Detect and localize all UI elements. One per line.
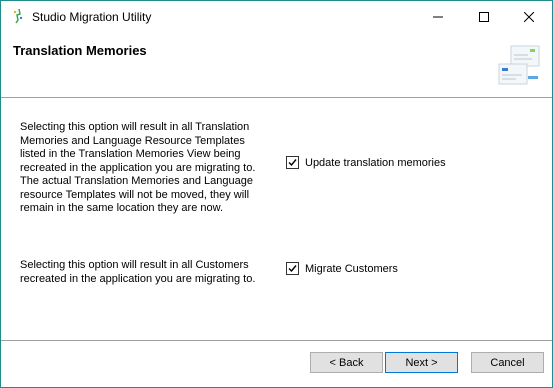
customers-description: Selecting this option will result in all… [20,259,256,285]
minimize-button[interactable] [415,1,461,33]
migrate-customers-checkbox[interactable] [286,262,299,275]
header-separator [1,97,552,99]
app-icon [10,8,26,24]
page-title: Translation Memories [13,43,147,58]
migrate-customers-label[interactable]: Migrate Customers [305,263,398,275]
footer-separator [1,340,552,342]
close-button[interactable] [506,1,552,33]
migrate-customers-option[interactable]: Migrate Customers [286,262,398,275]
checkmark-icon [288,159,297,167]
migration-dialog: Studio Migration Utility Translation Mem… [0,0,553,388]
next-button[interactable]: Next > [385,352,458,373]
update-translation-memories-checkbox[interactable] [286,156,299,169]
maximize-button[interactable] [461,1,507,33]
cancel-button[interactable]: Cancel [471,352,544,373]
close-icon [524,12,534,22]
maximize-icon [479,12,489,22]
title-bar[interactable]: Studio Migration Utility [1,1,552,33]
checkmark-icon [288,265,297,273]
update-translation-memories-option[interactable]: Update translation memories [286,156,446,169]
back-button[interactable]: < Back [310,352,383,373]
update-translation-memories-label[interactable]: Update translation memories [305,157,446,169]
translation-memories-description: Selecting this option will result in all… [20,121,256,214]
window-title: Studio Migration Utility [32,10,152,24]
minimize-icon [433,16,443,18]
migration-graphic-icon [497,44,541,88]
wizard-header: Translation Memories [1,33,552,95]
